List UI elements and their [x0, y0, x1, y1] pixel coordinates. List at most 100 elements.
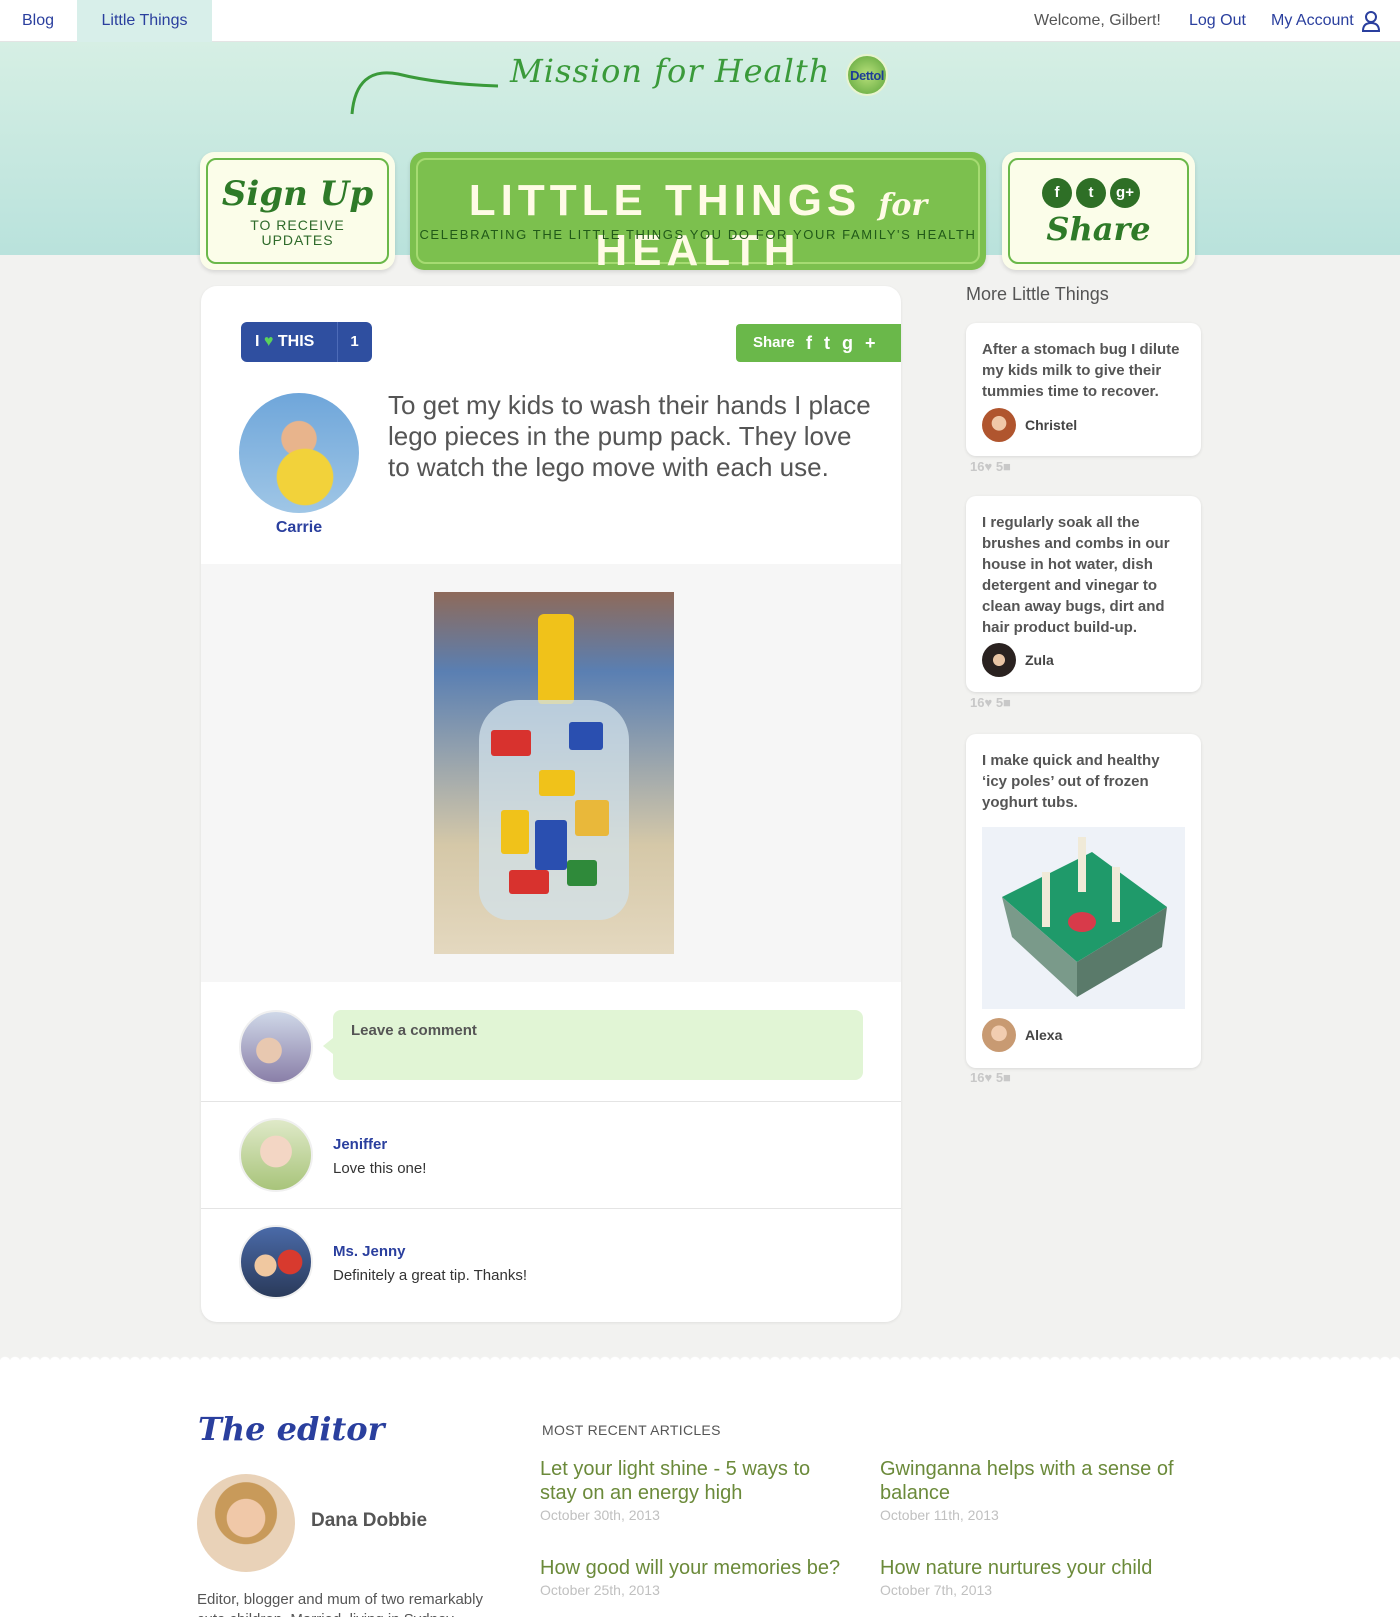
post-card: I ♥ THIS 1 Share ftg+ Carrie To get my k… — [201, 286, 901, 1322]
heart-icon: ♥ — [984, 1070, 993, 1085]
bottle-shape — [479, 700, 629, 920]
sidebar-card-author: Zula — [1025, 652, 1054, 668]
comment-text: Love this one! — [333, 1160, 427, 1177]
comment-form: Leave a comment — [201, 982, 901, 1102]
facebook-icon[interactable]: f — [1042, 178, 1072, 208]
user-icon[interactable] — [1361, 10, 1381, 32]
share-bar: Share ftg+ — [736, 324, 901, 362]
sidebar-card-stats: 16♥ 5■ — [970, 695, 1011, 710]
likes-count: 16 — [970, 459, 985, 474]
love-this-button[interactable]: I ♥ THIS 1 — [241, 322, 372, 362]
editor-heading: The editor — [198, 1410, 385, 1448]
sidebar-card-text: I make quick and healthy ‘icy poles’ out… — [982, 752, 1160, 811]
likes-count: 16 — [970, 1070, 985, 1085]
sidebar-card[interactable]: I regularly soak all the brushes and com… — [966, 496, 1201, 692]
yoghurt-tubs-illustration — [1002, 837, 1167, 997]
editor-name: Dana Dobbie — [311, 1510, 428, 1531]
my-account-link[interactable]: My Account — [1271, 0, 1354, 42]
article-date: October 25th, 2013 — [540, 1582, 660, 1598]
lego-brick — [567, 860, 597, 886]
article-title[interactable]: How nature nurtures your child — [880, 1556, 1190, 1580]
sidebar-card-text: I regularly soak all the brushes and com… — [982, 514, 1170, 636]
lego-brick — [539, 770, 575, 796]
article-date: October 7th, 2013 — [880, 1582, 993, 1598]
article-date: October 30th, 2013 — [540, 1507, 660, 1523]
header-banner: Mission for Health Dettol Sign Up TO REC… — [0, 42, 1400, 275]
love-this-text: THIS — [277, 333, 315, 350]
editor-avatar — [197, 1474, 295, 1572]
sidebar-card-avatar — [982, 643, 1016, 677]
nav-blog-link[interactable]: Blog — [22, 0, 54, 42]
commenter-avatar[interactable] — [239, 1118, 313, 1192]
comment-input[interactable]: Leave a comment — [323, 1010, 863, 1080]
nav-little-things-link[interactable]: Little Things — [77, 0, 212, 42]
recent-articles-heading: MOST RECENT ARTICLES — [542, 1422, 721, 1438]
lego-brick — [569, 722, 603, 750]
commenter-name[interactable]: Ms. Jenny — [333, 1243, 406, 1260]
commenter-avatar[interactable] — [239, 1225, 313, 1299]
sidebar-card-stats: 16♥ 5■ — [970, 1070, 1011, 1085]
footer: The editor Dana Dobbie Editor, blogger a… — [0, 1360, 1400, 1617]
share-label: Share — [753, 334, 795, 351]
sidebar-card[interactable]: I make quick and healthy ‘icy poles’ out… — [966, 734, 1201, 1068]
title-part-a: LITTLE THINGS — [468, 176, 862, 225]
commenter-name[interactable]: Jeniffer — [333, 1136, 387, 1153]
tip-photo[interactable] — [434, 592, 674, 954]
comment-icon: ■ — [1003, 695, 1011, 710]
facebook-icon[interactable]: f — [806, 333, 824, 353]
little-things-badge: LITTLE THINGS for HEALTH CELEBRATING THE… — [410, 152, 986, 275]
tip-text: To get my kids to wash their hands I pla… — [388, 390, 871, 482]
current-user-avatar — [239, 1010, 313, 1084]
signup-badge[interactable]: Sign Up TO RECEIVE UPDATES — [200, 152, 395, 270]
article-item[interactable]: Gwinganna helps with a sense of balance … — [880, 1457, 1190, 1523]
photo-area — [201, 564, 901, 982]
love-i: I — [255, 333, 260, 350]
google-plus-icon[interactable]: g+ — [842, 333, 888, 353]
title-for: for — [878, 188, 928, 223]
sidebar-card-author: Christel — [1025, 417, 1078, 433]
comments-count: 5 — [995, 459, 1004, 474]
sidebar-card-avatar — [982, 1018, 1016, 1052]
dettol-logo: Dettol — [846, 54, 888, 96]
article-title[interactable]: Gwinganna helps with a sense of balance — [880, 1457, 1190, 1505]
logout-link[interactable]: Log Out — [1189, 0, 1246, 42]
article-item[interactable]: How nature nurtures your child October 7… — [880, 1556, 1190, 1598]
article-item[interactable]: Let your light shine - 5 ways to stay on… — [540, 1457, 850, 1523]
article-title[interactable]: Let your light shine - 5 ways to stay on… — [540, 1457, 850, 1505]
signup-title: Sign Up — [221, 174, 374, 214]
dettol-logo-text: Dettol — [850, 68, 884, 83]
little-things-title: LITTLE THINGS for HEALTH — [410, 176, 986, 276]
lego-brick — [501, 810, 529, 854]
sidebar-card-avatar — [982, 408, 1016, 442]
swoosh-decoration — [350, 71, 499, 115]
little-things-subtitle: CELEBRATING THE LITTLE THINGS YOU DO FOR… — [419, 227, 977, 242]
share-icon-group: f t g+ — [1042, 178, 1152, 210]
article-item[interactable]: How good will your memories be? October … — [540, 1556, 850, 1598]
sidebar-card-text: After a stomach bug I dilute my kids mil… — [982, 341, 1180, 400]
comments-count: 5 — [995, 695, 1004, 710]
twitter-icon[interactable]: t — [824, 333, 842, 353]
love-count: 1 — [350, 333, 359, 350]
pump-shape — [538, 614, 574, 704]
heart-icon: ♥ — [984, 695, 993, 710]
top-nav: Blog Little Things Welcome, Gilbert! Log… — [0, 0, 1400, 42]
share-badge: f t g+ Share — [1002, 152, 1195, 270]
sidebar-title: More Little Things — [966, 284, 1109, 304]
comment-item: Jeniffer Love this one! — [201, 1102, 901, 1209]
author-avatar[interactable] — [239, 393, 359, 513]
comment-text: Definitely a great tip. Thanks! — [333, 1267, 527, 1284]
share-icons: ftg+ — [806, 324, 888, 362]
author-name[interactable]: Carrie — [239, 519, 359, 537]
sidebar-card[interactable]: After a stomach bug I dilute my kids mil… — [966, 323, 1201, 456]
article-title[interactable]: How good will your memories be? — [540, 1556, 850, 1580]
sidebar-card-stats: 16♥ 5■ — [970, 459, 1011, 474]
love-label: I ♥ THIS — [255, 322, 314, 362]
sidebar-card-author: Alexa — [1025, 1027, 1063, 1043]
lego-brick — [491, 730, 531, 756]
comment-icon: ■ — [1003, 1070, 1011, 1085]
google-plus-icon[interactable]: g+ — [1110, 178, 1140, 208]
comment-placeholder: Leave a comment — [351, 1022, 477, 1039]
twitter-icon[interactable]: t — [1076, 178, 1106, 208]
comments-count: 5 — [995, 1070, 1004, 1085]
share-title: Share — [1046, 210, 1151, 248]
